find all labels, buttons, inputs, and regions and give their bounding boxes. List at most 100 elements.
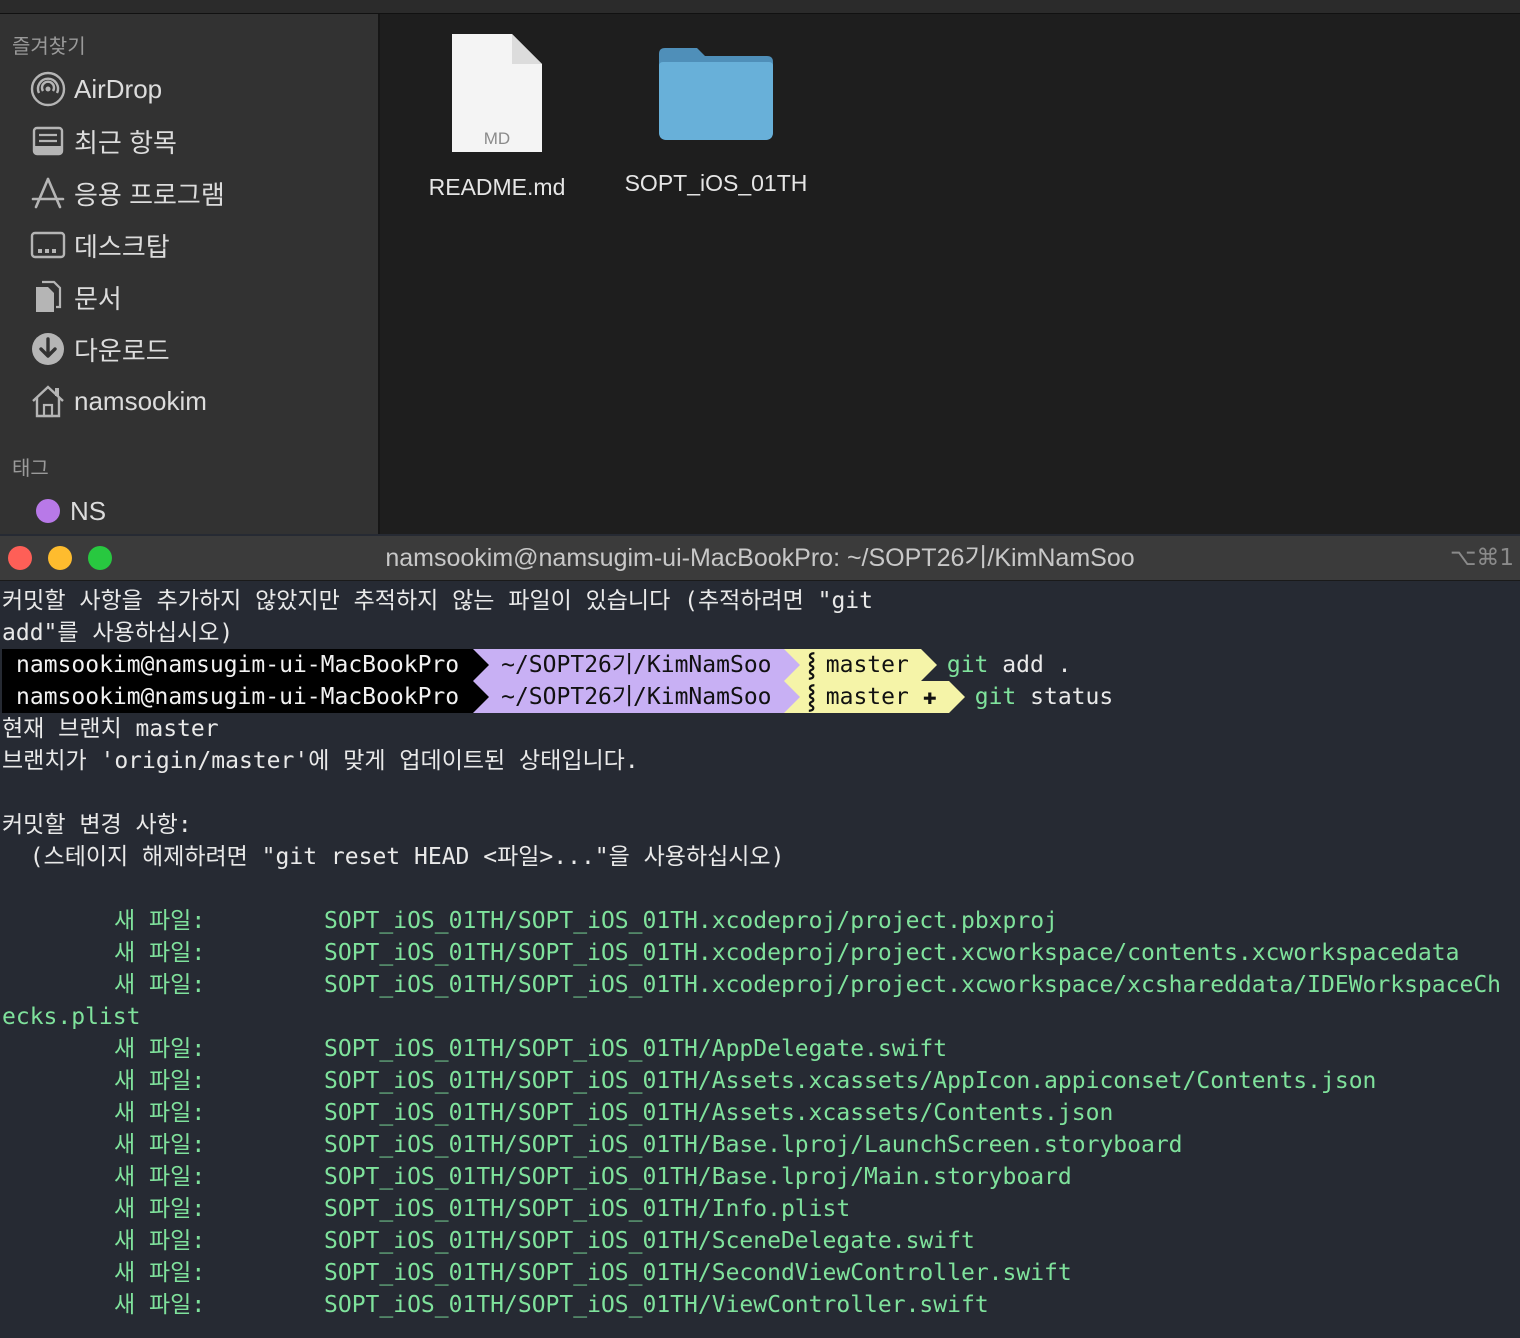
new-file-row: 새 파일: SOPT_iOS_01TH/SOPT_iOS_01TH/Assets.… bbox=[2, 1065, 1518, 1097]
shell-prompt: namsookim@namsugim-ui-MacBookPro ~/SOPT2… bbox=[2, 681, 1518, 713]
documents-icon bbox=[28, 277, 68, 317]
new-file-label: 새 파일: bbox=[114, 1196, 206, 1222]
new-file-label: 새 파일: bbox=[114, 1228, 206, 1254]
sidebar-item-airdrop[interactable]: AirDrop bbox=[28, 66, 358, 112]
git-branch-icon: ⸾ bbox=[807, 684, 816, 710]
file-name: README.md bbox=[428, 174, 566, 200]
new-file-row: 새 파일: SOPT_iOS_01TH/SOPT_iOS_01TH/AppDele… bbox=[2, 1033, 1518, 1065]
new-file-path: SOPT_iOS_01TH/SOPT_iOS_01TH/Info.plist bbox=[324, 1196, 851, 1222]
new-file-label: 새 파일: bbox=[114, 1036, 206, 1062]
new-file-row: 새 파일: SOPT_iOS_01TH/SOPT_iOS_01TH/Base.lp… bbox=[2, 1129, 1518, 1161]
new-file-row: 새 파일: SOPT_iOS_01TH/SOPT_iOS_01TH/Assets.… bbox=[2, 1097, 1518, 1129]
sidebar-item-downloads[interactable]: 다운로드 bbox=[28, 326, 358, 372]
new-file-label: 새 파일: bbox=[114, 1260, 206, 1286]
terminal-output[interactable]: 커밋할 사항을 추가하지 않았지만 추적하지 않는 파일이 있습니다 (추적하려… bbox=[2, 585, 1518, 1335]
new-files-list: 새 파일: SOPT_iOS_01TH/SOPT_iOS_01TH.xcodepr… bbox=[2, 905, 1518, 1321]
prompt-branch: master bbox=[825, 684, 909, 710]
new-file-row: 새 파일: SOPT_iOS_01TH/SOPT_iOS_01TH.xcodepr… bbox=[2, 937, 1518, 969]
new-file-path: SOPT_iOS_01TH/SOPT_iOS_01TH/SceneDelegat… bbox=[324, 1228, 975, 1254]
new-file-path: SOPT_iOS_01TH/SOPT_iOS_01TH/AppDelegate.… bbox=[324, 1036, 948, 1062]
new-file-label: 새 파일: bbox=[114, 1100, 206, 1126]
sidebar-section-favorites: 즐겨찾기 bbox=[12, 34, 86, 58]
git-branch-icon: ⸾ bbox=[807, 652, 816, 678]
prompt-separator bbox=[473, 681, 490, 713]
finder-content: MD README.md SOPT_iOS_01TH bbox=[380, 14, 1520, 534]
new-file-path: SOPT_iOS_01TH/SOPT_iOS_01TH/Assets.xcass… bbox=[324, 1100, 1114, 1126]
prompt-separator bbox=[920, 649, 937, 681]
new-file-path: SOPT_iOS_01TH/SOPT_iOS_01TH/SecondViewCo… bbox=[324, 1260, 1072, 1286]
new-file-path: SOPT_iOS_01TH/SOPT_iOS_01TH.xcodeproj/pr… bbox=[324, 908, 1058, 934]
command-args: status bbox=[1030, 684, 1114, 710]
sidebar-item-recents[interactable]: 최근 항목 bbox=[28, 118, 358, 164]
new-file-row: 새 파일: SOPT_iOS_01TH/SOPT_iOS_01TH/SecondV… bbox=[2, 1257, 1518, 1289]
downloads-icon bbox=[28, 329, 68, 369]
sidebar-item-documents[interactable]: 문서 bbox=[28, 274, 358, 320]
sidebar-item-home[interactable]: namsookim bbox=[28, 378, 358, 424]
prompt-separator bbox=[783, 649, 800, 681]
applications-icon bbox=[28, 173, 68, 213]
prompt-separator bbox=[783, 681, 800, 713]
file-folder-sopt[interactable]: SOPT_iOS_01TH bbox=[620, 32, 812, 197]
new-file-row: 새 파일: SOPT_iOS_01TH/SOPT_iOS_01TH.xcodepr… bbox=[2, 905, 1518, 937]
new-file-row: 새 파일: SOPT_iOS_01TH/SOPT_iOS_01TH/Info.pl… bbox=[2, 1193, 1518, 1225]
new-file-label: 새 파일: bbox=[114, 1292, 206, 1318]
new-file-row: 새 파일: SOPT_iOS_01TH/SOPT_iOS_01TH.xcodepr… bbox=[2, 969, 1518, 1001]
new-file-row: 새 파일: SOPT_iOS_01TH/SOPT_iOS_01TH/SceneDe… bbox=[2, 1225, 1518, 1257]
prompt-path: ~/SOPT26기/KimNamSoo bbox=[489, 681, 784, 713]
prompt-user-host: namsookim@namsugim-ui-MacBookPro bbox=[2, 681, 474, 713]
sidebar-item-applications[interactable]: 응용 프로그램 bbox=[28, 170, 358, 216]
sidebar-item-label: 최근 항목 bbox=[74, 127, 177, 158]
prompt-user-host: namsookim@namsugim-ui-MacBookPro bbox=[2, 649, 474, 681]
prompt-command: git add . bbox=[947, 652, 1072, 678]
new-file-label: 새 파일: bbox=[114, 1164, 206, 1190]
prompt-git-segment: ⸾ master ✚ bbox=[799, 681, 949, 713]
new-file-label: 새 파일: bbox=[114, 908, 206, 934]
new-file-path: SOPT_iOS_01TH/SOPT_iOS_01TH/Base.lproj/L… bbox=[324, 1132, 1183, 1158]
output-line: 현재 브랜치 master bbox=[2, 716, 219, 742]
new-file-label: 새 파일: bbox=[114, 1132, 206, 1158]
new-file-path: SOPT_iOS_01TH/SOPT_iOS_01TH/ViewControll… bbox=[324, 1292, 989, 1318]
markdown-file-icon: MD bbox=[450, 32, 544, 158]
sidebar-item-label: 문서 bbox=[74, 283, 122, 314]
desktop-icon bbox=[28, 225, 68, 265]
prompt-separator bbox=[948, 681, 965, 713]
command-name: git bbox=[946, 652, 989, 678]
prompt-git-segment: ⸾ master bbox=[799, 649, 921, 681]
sidebar-item-desktop[interactable]: 데스크탑 bbox=[28, 222, 358, 268]
sidebar-section-tags: 태그 bbox=[12, 456, 49, 480]
sidebar-item-label: 데스크탑 bbox=[74, 231, 170, 262]
output-line: (스테이지 해제하려면 "git reset HEAD <파일>..."을 사용… bbox=[2, 844, 785, 870]
new-file-label: 새 파일: bbox=[114, 940, 206, 966]
new-file-path: SOPT_iOS_01TH/SOPT_iOS_01TH/Base.lproj/M… bbox=[324, 1164, 1072, 1190]
sidebar-tag-ns[interactable]: NS bbox=[28, 488, 358, 534]
terminal-window: namsookim@namsugim-ui-MacBookPro: ~/SOPT… bbox=[0, 536, 1520, 1338]
sidebar-item-label: 응용 프로그램 bbox=[74, 179, 225, 210]
prompt-command: git status bbox=[975, 684, 1114, 710]
new-file-path: SOPT_iOS_01TH/SOPT_iOS_01TH/Assets.xcass… bbox=[324, 1068, 1377, 1094]
output-line: 브랜치가 'origin/master'에 맞게 업데이트된 상태입니다. bbox=[2, 748, 639, 774]
sidebar-item-label: AirDrop bbox=[74, 73, 163, 104]
terminal-titlebar[interactable]: namsookim@namsugim-ui-MacBookPro: ~/SOPT… bbox=[0, 536, 1520, 581]
prompt-separator bbox=[473, 649, 490, 681]
airdrop-icon bbox=[28, 69, 68, 109]
output-line: 커밋할 사항을 추가하지 않았지만 추적하지 않는 파일이 있습니다 (추적하려… bbox=[2, 588, 873, 614]
file-type-badge: MD bbox=[484, 129, 510, 148]
window-title: namsookim@namsugim-ui-MacBookPro: ~/SOPT… bbox=[385, 544, 1135, 572]
command-args: add . bbox=[1002, 652, 1072, 678]
new-file-row: 새 파일: SOPT_iOS_01TH/SOPT_iOS_01TH/ViewCon… bbox=[2, 1289, 1518, 1321]
new-file-label: 새 파일: bbox=[114, 1068, 206, 1094]
output-line: add"를 사용하십시오) bbox=[2, 620, 234, 646]
new-file-row: 새 파일: SOPT_iOS_01TH/SOPT_iOS_01TH/Base.lp… bbox=[2, 1161, 1518, 1193]
wrapped-path-continuation: ecks.plist bbox=[2, 1004, 141, 1030]
new-file-label: 새 파일: bbox=[114, 972, 206, 998]
window-shortcut: ⌥⌘1 bbox=[1449, 545, 1514, 571]
shell-prompt: namsookim@namsugim-ui-MacBookPro ~/SOPT2… bbox=[2, 649, 1518, 681]
file-readme[interactable]: MD README.md bbox=[424, 32, 570, 201]
prompt-branch: master bbox=[825, 652, 909, 678]
new-file-path: SOPT_iOS_01TH/SOPT_iOS_01TH.xcodeproj/pr… bbox=[324, 972, 1502, 998]
new-file-path: SOPT_iOS_01TH/SOPT_iOS_01TH.xcodeproj/pr… bbox=[324, 940, 1460, 966]
sidebar-tag-label: NS bbox=[70, 495, 107, 526]
file-name: SOPT_iOS_01TH bbox=[624, 170, 808, 196]
